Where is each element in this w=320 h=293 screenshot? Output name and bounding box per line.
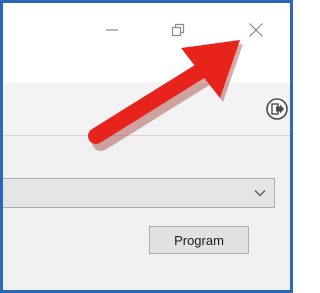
chevron-down-icon bbox=[254, 190, 266, 197]
exit-icon bbox=[266, 98, 288, 120]
restore-icon bbox=[171, 23, 185, 37]
minimize-button[interactable] bbox=[95, 15, 129, 45]
close-icon bbox=[249, 23, 263, 37]
minimize-icon bbox=[106, 29, 118, 31]
app-window: Program bbox=[0, 0, 293, 293]
exit-button[interactable] bbox=[265, 97, 289, 121]
toolbar bbox=[3, 83, 290, 136]
program-button[interactable]: Program bbox=[149, 226, 249, 254]
close-button[interactable] bbox=[239, 15, 273, 45]
restore-button[interactable] bbox=[161, 15, 195, 45]
main-content: Program bbox=[3, 136, 290, 290]
program-select[interactable] bbox=[3, 178, 275, 208]
title-bar bbox=[3, 3, 290, 77]
